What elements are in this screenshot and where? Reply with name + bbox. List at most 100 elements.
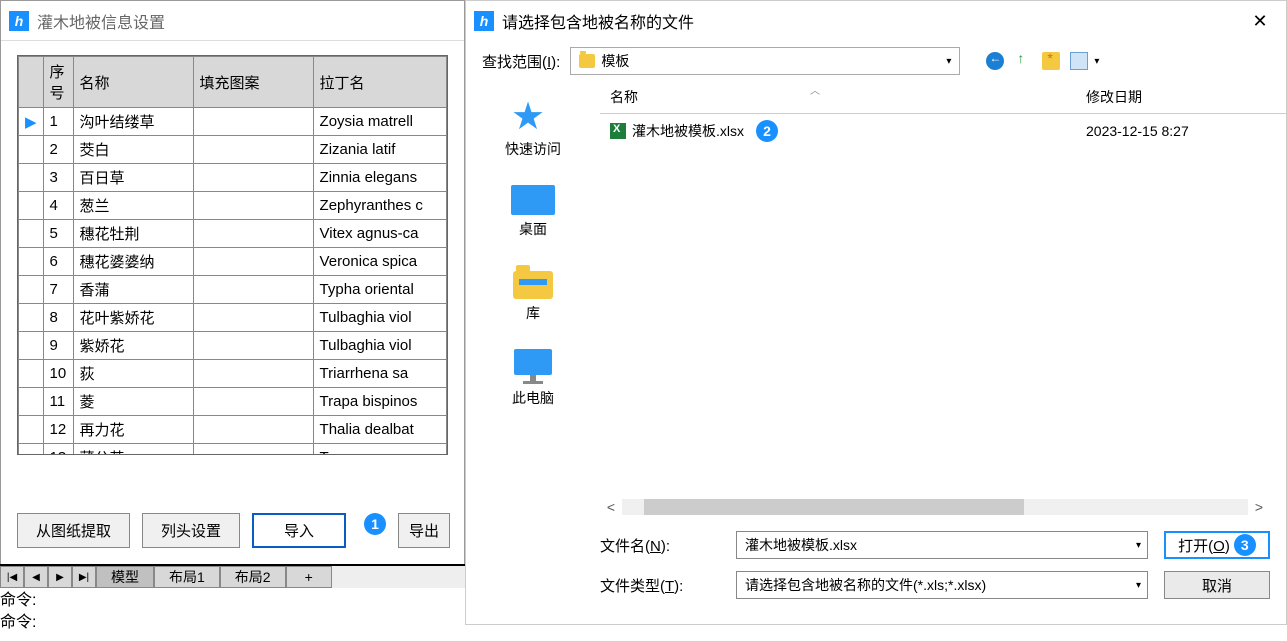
table-row[interactable]: 6穗花婆婆纳Veronica spica [19,248,447,276]
tab-nav-last[interactable]: ▶| [72,566,96,588]
row-marker: ▶ [19,108,44,136]
cell-seq: 12 [43,416,73,444]
extract-from-drawing-button[interactable]: 从图纸提取 [17,513,130,548]
file-row-name: 灌木地被模板.xlsx [632,121,744,141]
cell-fill [193,332,313,360]
table-row[interactable]: 9紫娇花Tulbaghia viol [19,332,447,360]
horizontal-scrollbar[interactable]: < > [600,496,1270,518]
place-libraries[interactable]: 库 [513,265,553,323]
file-header-name[interactable]: 名称 ︿ [600,87,1086,107]
cell-fill [193,304,313,332]
row-marker [19,136,44,164]
cancel-button[interactable]: 取消 [1164,571,1270,599]
cell-latin: Thalia dealbat [313,416,446,444]
table-row[interactable]: 2茭白Zizania latif [19,136,447,164]
place-quick-label: 快速访问 [505,139,561,159]
view-menu-dropdown-icon[interactable]: ▾ [1094,56,1099,67]
place-desktop[interactable]: 桌面 [511,185,555,239]
table-row[interactable]: 11菱Trapa bispinos [19,388,447,416]
col-name[interactable]: 名称 [73,57,193,108]
table-row[interactable]: 5穗花牡荆 Vitex agnus-ca [19,220,447,248]
cell-seq: 1 [43,108,73,136]
column-settings-button[interactable]: 列头设置 [142,513,240,548]
dialog-titlebar: h 请选择包含地被名称的文件 ✕ [466,1,1286,41]
place-this-pc[interactable]: 此电脑 [512,349,554,408]
cell-fill [193,276,313,304]
dialog-app-icon: h [474,11,494,31]
table-row[interactable]: 3百日草Zinnia elegans [19,164,447,192]
filename-value: 灌木地被模板.xlsx [745,535,857,555]
new-folder-icon[interactable] [1042,52,1060,70]
filename-combobox[interactable]: 灌木地被模板.xlsx ▾ [736,531,1148,559]
tab-add[interactable]: + [286,566,332,588]
cell-latin: Tulbaghia viol [313,304,446,332]
file-list-header: 名称 ︿ 修改日期 [600,81,1286,114]
file-row[interactable]: 灌木地被模板.xlsx 2 2023-12-15 8:27 [600,114,1286,148]
tab-layout2[interactable]: 布局2 [220,566,286,588]
scroll-right-icon[interactable]: > [1248,496,1270,518]
row-marker [19,416,44,444]
table-row[interactable]: 12再力花Thalia dealbat [19,416,447,444]
place-lib-label: 库 [526,303,540,323]
tab-model[interactable]: 模型 [96,566,154,588]
table-row[interactable]: 10荻Triarrhena sa [19,360,447,388]
col-fill[interactable]: 填充图案 [193,57,313,108]
close-button[interactable]: ✕ [1242,7,1278,35]
back-icon[interactable] [986,52,1004,70]
cell-latin: Taraxacum mong [313,444,446,456]
place-quick-access[interactable]: ★ 快速访问 [505,99,561,159]
up-one-level-icon[interactable] [1014,52,1032,70]
command-lines: 命令: 命令: [0,590,36,634]
tab-nav-first[interactable]: |◀ [0,566,24,588]
scroll-thumb[interactable] [644,499,1024,515]
lookin-folder-name: 模板 [601,51,629,71]
tab-layout1[interactable]: 布局1 [154,566,220,588]
annotation-1: 1 [364,513,386,535]
settings-title: 灌木地被信息设置 [37,9,165,33]
lookin-dropdown[interactable]: 模板 ▾ [570,47,960,75]
dialog-bottom-panel: 文件名(N): 灌木地被模板.xlsx ▾ 打开(O) 3 文件类型(T): 请… [600,531,1270,611]
cell-latin: Vitex agnus-ca [313,220,446,248]
col-marker[interactable] [19,57,44,108]
libraries-icon [513,265,553,299]
plant-table[interactable]: 序号 名称 填充图案 拉丁名 ▶1沟叶结缕草 Zoysia matrell2茭白Z… [18,56,447,455]
scroll-left-icon[interactable]: < [600,496,622,518]
tab-nav-next[interactable]: ▶ [48,566,72,588]
filetype-combobox[interactable]: 请选择包含地被名称的文件(*.xls;*.xlsx) ▾ [736,571,1148,599]
row-marker [19,304,44,332]
table-row[interactable]: 8花叶紫娇花Tulbaghia viol [19,304,447,332]
cell-name: 沟叶结缕草 [73,108,193,136]
table-row[interactable]: 4葱兰Zephyranthes c [19,192,447,220]
row-marker [19,332,44,360]
import-button[interactable]: 导入 [252,513,346,548]
place-desktop-label: 桌面 [519,219,547,239]
table-row[interactable]: 7香蒲Typha oriental [19,276,447,304]
cell-seq: 10 [43,360,73,388]
table-row[interactable]: ▶1沟叶结缕草 Zoysia matrell [19,108,447,136]
tab-nav-prev[interactable]: ◀ [24,566,48,588]
cell-latin: Trapa bispinos [313,388,446,416]
cell-seq: 11 [43,388,73,416]
dialog-title: 请选择包含地被名称的文件 [502,9,1242,33]
open-button[interactable]: 打开(O) 3 [1164,531,1270,559]
cell-seq: 13 [43,444,73,456]
file-open-dialog: h 请选择包含地被名称的文件 ✕ 查找范围(I): 模板 ▾ ▾ ★ 快速访问 … [465,0,1287,625]
cell-seq: 5 [43,220,73,248]
cell-name: 蒲公英 [73,444,193,456]
col-seq[interactable]: 序号 [43,57,73,108]
table-row[interactable]: 13蒲公英 Taraxacum mong [19,444,447,456]
cell-latin: Zoysia matrell [313,108,446,136]
file-header-date[interactable]: 修改日期 [1086,87,1286,107]
view-menu-icon[interactable] [1070,52,1088,70]
row-marker [19,360,44,388]
cell-name: 穗花牡荆 [73,220,193,248]
open-button-label: 打开(O) [1178,535,1230,556]
cell-seq: 3 [43,164,73,192]
export-button[interactable]: 导出 [398,513,450,548]
lookin-label: 查找范围(I): [482,51,560,72]
cell-latin: Zizania latif [313,136,446,164]
col-latin[interactable]: 拉丁名 [313,57,446,108]
scroll-track[interactable] [622,499,1248,515]
settings-button-row: 从图纸提取 列头设置 导入 1 导出 [17,513,450,548]
annotation-3: 3 [1234,534,1256,556]
